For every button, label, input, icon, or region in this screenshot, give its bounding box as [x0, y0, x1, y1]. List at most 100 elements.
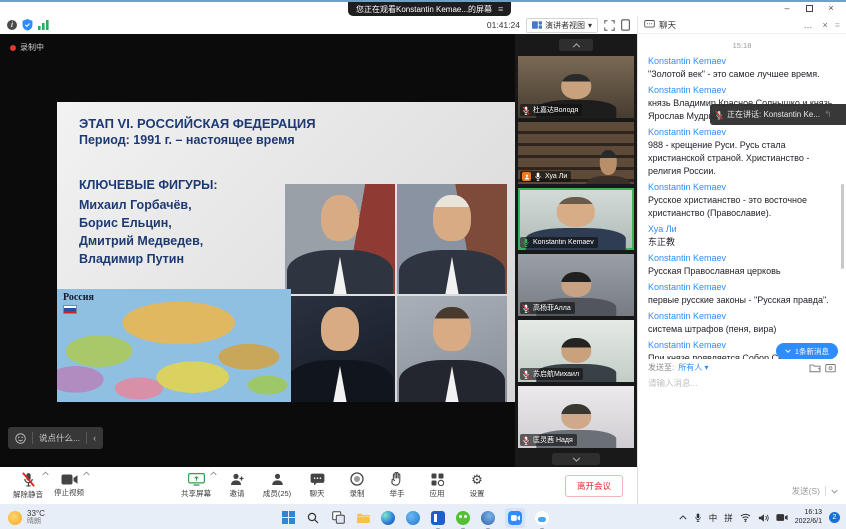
switch-device-button[interactable]	[621, 19, 630, 31]
send-options-caret[interactable]	[831, 489, 838, 494]
tray-expand-chevron[interactable]	[679, 515, 687, 520]
portrait-face	[433, 307, 470, 352]
ime-pinyin-button[interactable]: 拼	[724, 512, 733, 524]
tray-camera-icon[interactable]	[776, 513, 788, 522]
maximize-button[interactable]	[798, 2, 820, 15]
video-tile[interactable]: Хуа Ли	[518, 122, 634, 184]
message-sender[interactable]: Konstantin Kemaev	[648, 126, 836, 139]
participants-button[interactable]: 成员(25)	[257, 469, 297, 503]
video-tile[interactable]: 苏启航Михаил	[518, 320, 634, 382]
video-tile[interactable]: 匡灵茜 Надя	[518, 386, 634, 448]
search-button[interactable]	[305, 510, 321, 526]
caption-collapse-icon[interactable]: ‹	[93, 433, 96, 443]
russia-flag-icon	[63, 305, 77, 314]
participant-silhouette	[585, 150, 631, 184]
meeting-info-icon[interactable]: i	[7, 20, 17, 30]
message-text: 东正教	[648, 236, 836, 249]
app-shortcut[interactable]	[430, 510, 446, 526]
chat-scrollbar[interactable]	[841, 184, 844, 269]
mic-options-caret[interactable]	[42, 471, 49, 476]
sun-icon	[8, 511, 22, 525]
settings-button[interactable]: ⚙ 设置	[457, 469, 497, 503]
notification-badge[interactable]: 2	[829, 512, 840, 523]
app-shortcut[interactable]	[405, 510, 421, 526]
caption-placeholder[interactable]: 说点什么...	[39, 432, 80, 444]
presentation-slide: ЭТАП VI. РОССИЙСКАЯ ФЕДЕРАЦИЯ Период: 19…	[57, 102, 515, 402]
speaking-toast[interactable]: 正在讲话: Konstantin Ke... ↰	[710, 104, 846, 125]
chat-grip-icon[interactable]: ≡	[835, 20, 840, 30]
message-sender[interactable]: Konstantin Kemaev	[648, 181, 836, 194]
watching-screen-pill[interactable]: 您正在观看Konstantin Kemae...的屏幕 ≡	[348, 2, 511, 16]
send-to-label: 发送至:	[648, 362, 674, 373]
zoom-meeting-window: 您正在观看Konstantin Kemae...的屏幕 ≡ – × i 01:4…	[0, 0, 846, 529]
screenshot-icon[interactable]	[825, 363, 836, 373]
message-sender[interactable]: Konstantin Kemaev	[648, 84, 836, 97]
window-titlebar: 您正在观看Konstantin Kemae...的屏幕 ≡ – ×	[0, 2, 846, 16]
chat-more-button[interactable]: …	[800, 20, 815, 30]
new-message-button[interactable]: 1条新消息	[776, 343, 838, 359]
file-explorer-button[interactable]	[355, 510, 371, 526]
fullscreen-button[interactable]	[604, 20, 615, 31]
chat-close-button[interactable]: ×	[819, 20, 830, 30]
portrait-face	[433, 195, 470, 241]
encryption-shield-icon	[22, 19, 33, 31]
app-shortcut[interactable]	[480, 510, 496, 526]
leave-meeting-button[interactable]: 离开会议	[565, 475, 623, 497]
video-strip: 杜嘉达Володя Хуа Ли	[515, 34, 637, 467]
task-view-button[interactable]	[330, 510, 346, 526]
strip-scroll-down-button[interactable]	[552, 453, 600, 465]
meeting-info-group: i	[7, 19, 49, 31]
chat-message: Konstantin Kemaev Русское христианство -…	[648, 181, 836, 220]
start-button[interactable]	[280, 510, 296, 526]
apps-button[interactable]: 应用	[417, 469, 457, 503]
caption-input-pill[interactable]: 说点什么... ‹	[8, 427, 103, 449]
tray-mic-icon[interactable]	[694, 512, 702, 523]
video-tile[interactable]: 杜嘉达Володя	[518, 56, 634, 118]
wifi-icon[interactable]	[740, 513, 751, 522]
folder-icon	[356, 512, 370, 523]
chat-title: 聊天	[659, 19, 676, 31]
speaker-view-button[interactable]: 演讲者视图 ▾	[526, 18, 598, 33]
app-shortcut[interactable]	[534, 510, 550, 526]
recording-indicator[interactable]: 录制中	[10, 42, 44, 53]
speaker-icon[interactable]	[758, 513, 769, 523]
chat-message: Konstantin Kemaev система штрафов (пеня,…	[648, 310, 836, 336]
send-button[interactable]: 发送(S)	[792, 485, 820, 497]
message-sender[interactable]: Хуа Ли	[648, 223, 836, 236]
minimize-button[interactable]: –	[776, 2, 798, 15]
chat-message-list[interactable]: 15:18 Konstantin Kemaev "Золотой век" - …	[638, 34, 846, 359]
taskbar-clock[interactable]: 16:13 2022/6/1	[795, 509, 822, 526]
file-attach-icon[interactable]	[809, 363, 821, 373]
pill-menu-icon[interactable]: ≡	[498, 4, 503, 14]
ime-language-button[interactable]: 中	[709, 512, 718, 524]
mic-speaking-icon	[522, 238, 530, 247]
chat-bubble-icon	[644, 20, 655, 29]
video-tile[interactable]: 高杨菲Алла	[518, 254, 634, 316]
send-to-selector[interactable]: 所有人 ▾	[678, 362, 708, 373]
slide-key-figures-heading: КЛЮЧЕВЫЕ ФИГУРЫ:	[79, 178, 218, 192]
wechat-button[interactable]	[455, 510, 471, 526]
mic-muted-icon	[22, 472, 35, 487]
weather-widget[interactable]: 33°C 晴朗	[0, 509, 45, 526]
zoom-app-button-active[interactable]	[505, 508, 525, 528]
message-sender[interactable]: Konstantin Kemaev	[648, 281, 836, 294]
strip-scroll-up-button[interactable]	[559, 39, 593, 51]
raise-hand-button[interactable]: 举手	[377, 469, 417, 503]
message-sender[interactable]: Konstantin Kemaev	[648, 310, 836, 323]
chat-message: Konstantin Kemaev 988 - крещение Руси. Р…	[648, 126, 836, 178]
chat-button[interactable]: 聊天	[297, 469, 337, 503]
edge-browser-button[interactable]	[380, 510, 396, 526]
portrait-face	[321, 307, 358, 352]
message-sender[interactable]: Konstantin Kemaev	[648, 55, 836, 68]
message-sender[interactable]: Konstantin Kemaev	[648, 252, 836, 265]
share-options-caret[interactable]	[210, 471, 217, 476]
invite-button[interactable]: 邀请	[217, 469, 257, 503]
video-tile-active-speaker[interactable]: Konstantin Kemaev	[518, 188, 634, 250]
record-button[interactable]: 录制	[337, 469, 377, 503]
task-view-icon	[332, 511, 345, 524]
close-button[interactable]: ×	[820, 2, 842, 15]
emoji-icon[interactable]	[15, 433, 26, 444]
chat-input[interactable]	[648, 377, 837, 455]
video-options-caret[interactable]	[83, 471, 90, 476]
edge-icon	[381, 511, 395, 525]
